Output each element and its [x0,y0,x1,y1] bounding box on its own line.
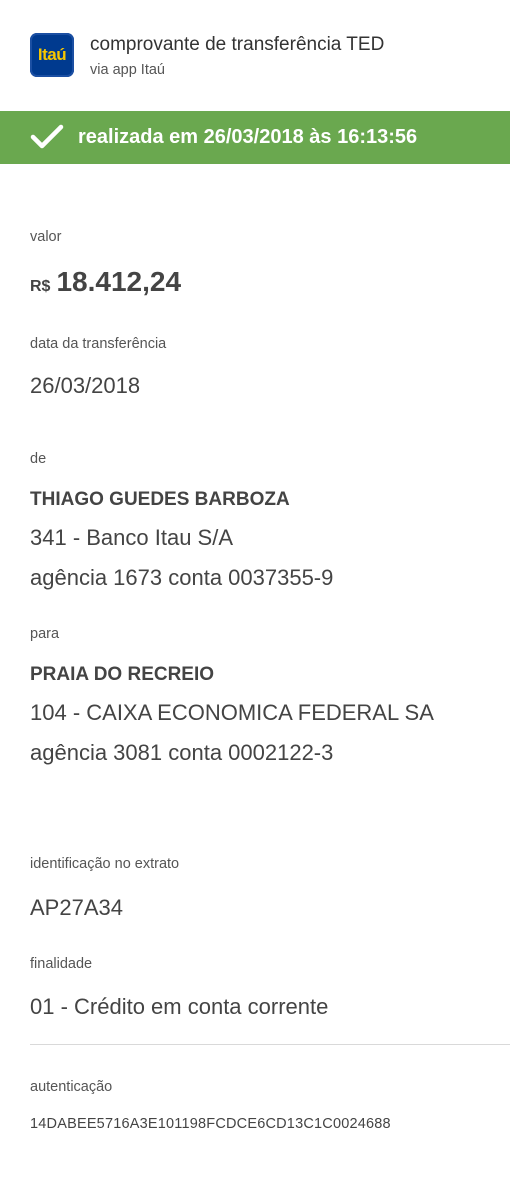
authentication-code: 14DABEE5716A3E101198FCDCE6CD13C1C0024688 [30,1116,391,1132]
purpose-label: finalidade [30,956,93,972]
receipt-title: comprovante de transferência TED [90,34,385,55]
header: Itaú comprovante de transferência TED vi… [0,0,510,110]
from-label: de [30,451,47,467]
authentication-label: autenticação [30,1079,113,1095]
divider [30,1044,510,1045]
from-account: agência 1673 conta 0037355-9 [30,565,334,590]
transfer-date-label: data da transferência [30,336,167,352]
statement-id-value: AP27A34 [30,895,123,920]
statement-id-label: identificação no extrato [30,856,180,872]
to-bank: 104 - CAIXA ECONOMICA FEDERAL SA [30,700,434,725]
valor-label: valor [30,229,62,245]
purpose-value: 01 - Crédito em conta corrente [30,994,329,1019]
check-icon [30,124,64,149]
logo-text: Itaú [37,45,67,64]
amount-value: 18.412,24 [56,266,182,297]
amount: R$ 18.412,24 [30,266,181,298]
to-name: PRAIA DO RECREIO [30,664,215,685]
to-account: agência 3081 conta 0002122-3 [30,740,334,765]
to-label: para [30,626,60,642]
status-banner: realizada em 26/03/2018 às 16:13:56 [0,111,510,164]
currency-symbol: R$ [30,278,51,295]
itau-logo: Itaú [30,33,74,77]
transfer-date-value: 26/03/2018 [30,373,141,398]
status-text: realizada em 26/03/2018 às 16:13:56 [78,126,418,148]
from-name: THIAGO GUEDES BARBOZA [30,489,290,510]
receipt-subtitle: via app Itaú [90,62,165,78]
from-bank: 341 - Banco Itau S/A [30,525,234,550]
